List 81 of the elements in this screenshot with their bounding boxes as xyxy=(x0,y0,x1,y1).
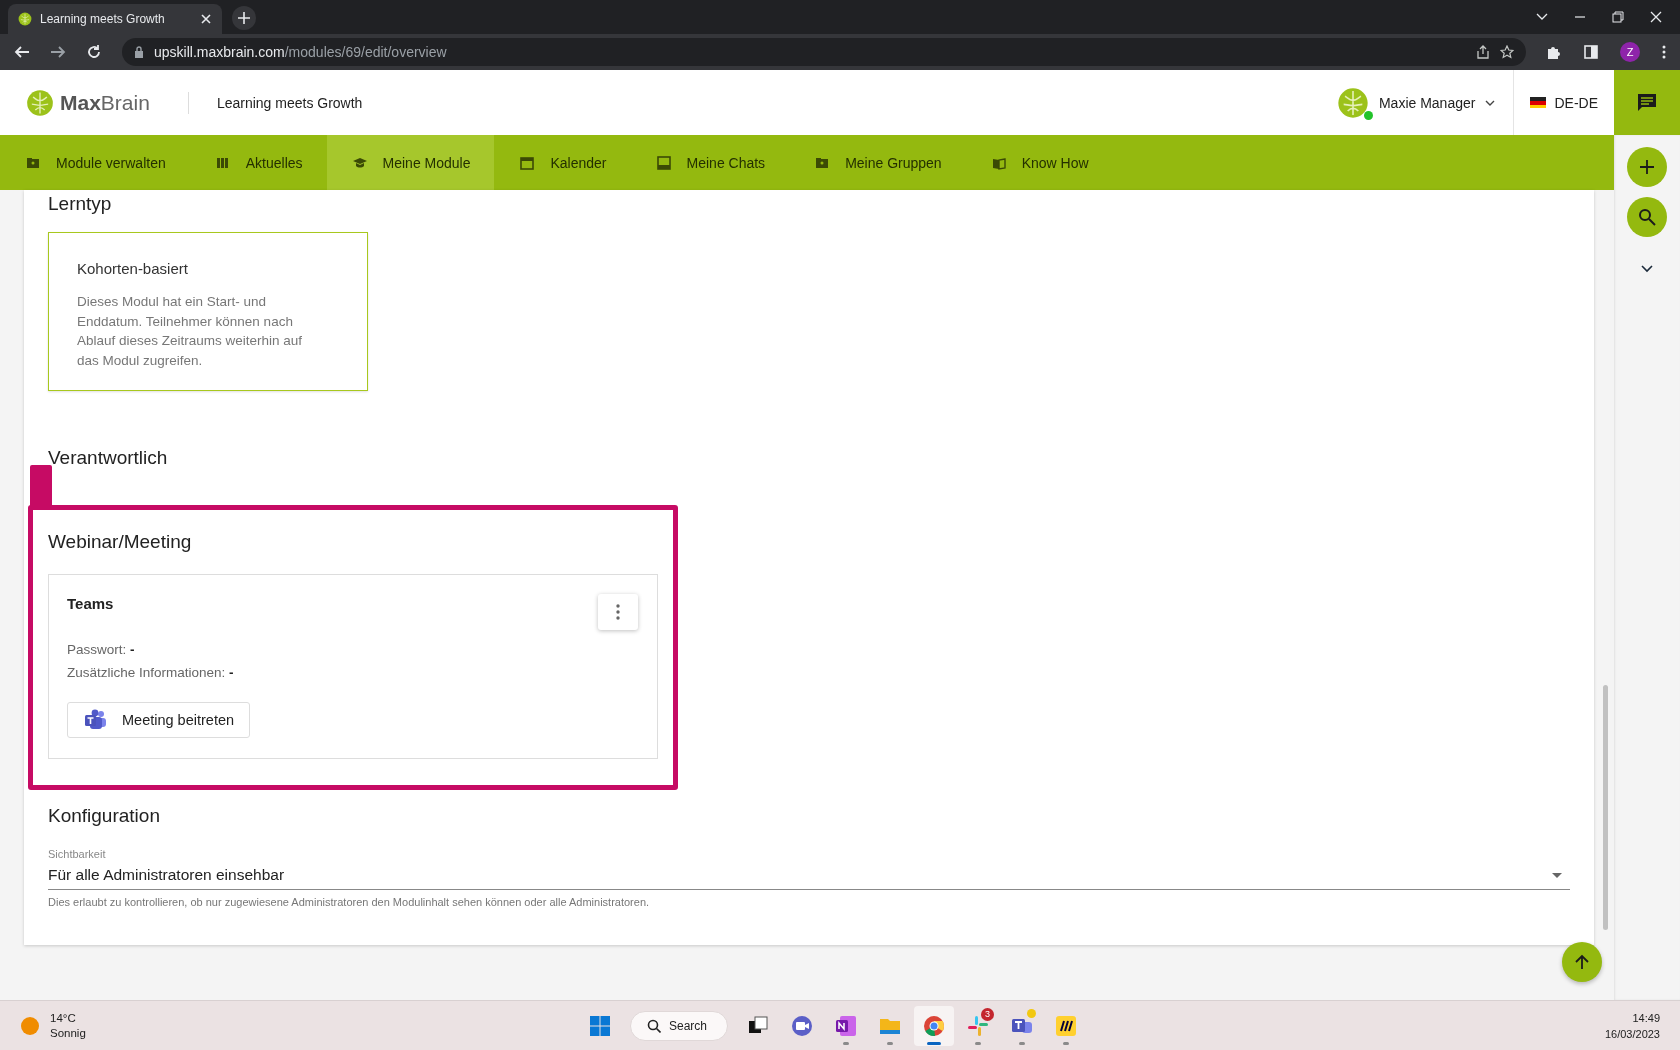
search-button[interactable] xyxy=(1627,197,1667,237)
address-bar[interactable]: upskill.maxbrain.com/modules/69/edit/overview xyxy=(122,38,1526,66)
scroll-to-top-button[interactable] xyxy=(1562,942,1602,982)
reload-icon[interactable] xyxy=(86,44,102,60)
flag-icon xyxy=(1530,97,1547,108)
meeting-title: Teams xyxy=(67,595,114,612)
user-avatar-icon xyxy=(1336,85,1369,120)
notebook-icon xyxy=(834,1013,859,1038)
password-text: Passwort: - xyxy=(67,641,135,659)
taskbar-search[interactable]: Search xyxy=(630,1010,729,1041)
close-icon[interactable] xyxy=(200,13,212,25)
tab-title: Learning meets Growth xyxy=(40,12,166,26)
chat-icon xyxy=(1637,92,1657,113)
nav-item[interactable]: Know How xyxy=(965,135,1113,190)
clock-time: 14:49 xyxy=(1632,1010,1660,1026)
hash-logo-icon xyxy=(966,1013,991,1038)
side-panel-icon[interactable] xyxy=(1584,45,1598,59)
browser-tab[interactable]: Learning meets Growth xyxy=(8,4,222,34)
close-icon[interactable] xyxy=(1650,11,1662,23)
option-title: Kohorten-basiert xyxy=(77,260,188,277)
favicon-icon xyxy=(18,12,32,26)
plus-icon xyxy=(1639,159,1655,175)
field-hint: Dies erlaubt zu kontrollieren, ob nur zugewiesene Administratoren den Modulinhalt sehen können oder alle Administratoren. xyxy=(48,896,650,908)
section-heading: Lerntyp xyxy=(48,192,112,216)
option-description: Dieses Modul hat ein Start- und Enddatum. Teilnehmer können nach Ablauf dieses Zeitraums weiterhin auf das Modul zugreifen. xyxy=(77,293,304,370)
brain-logo-icon xyxy=(26,87,54,118)
windows-icon xyxy=(588,1013,612,1038)
language-label: DE-DE xyxy=(1554,94,1598,111)
books-icon xyxy=(215,155,230,170)
nav-item[interactable]: Kalender xyxy=(494,135,631,190)
info-text: Zusätzliche Informationen: - xyxy=(67,664,234,682)
more-vertical-icon xyxy=(616,604,620,620)
add-button[interactable] xyxy=(1627,147,1667,187)
tagline: Learning meets Growth xyxy=(216,94,363,111)
teams-icon xyxy=(84,709,108,731)
whiteboard-logo-icon xyxy=(1054,1013,1079,1038)
join-meeting-button[interactable]: Meeting beitreten xyxy=(67,702,251,738)
search-icon xyxy=(647,1018,661,1033)
chevron-down-icon[interactable] xyxy=(1641,265,1653,273)
nav-item[interactable]: Meine Module xyxy=(326,135,495,190)
section-heading: Konfiguration xyxy=(48,804,160,828)
browser-icon xyxy=(922,1013,947,1038)
notification-badge: 3 xyxy=(981,1007,995,1021)
user-menu[interactable]: Maxie Manager xyxy=(1336,85,1496,120)
tray-icon xyxy=(656,155,671,170)
calendar-icon xyxy=(520,155,535,170)
section-heading: Webinar/Meeting xyxy=(48,530,192,554)
lock-icon xyxy=(134,46,144,58)
chat-panel-button[interactable] xyxy=(1614,70,1680,135)
learning-type-option[interactable]: Kohorten-basiert Dieses Modul hat ein Start- und Enddatum. Teilnehmer können nach Ablauf dieses Zeitraums weiterhin auf das Modul zugreifen. xyxy=(48,232,368,391)
nav-item[interactable]: Aktuelles xyxy=(189,135,327,190)
graduation-cap-icon xyxy=(352,155,367,170)
arrow-up-icon xyxy=(1574,954,1590,970)
folder-icon xyxy=(26,155,40,170)
taskbar-app[interactable]: 3 xyxy=(958,1005,999,1046)
section-heading: Verantwortlich xyxy=(48,446,168,470)
url-text: upskill.maxbrain.com/modules/69/edit/overview xyxy=(154,44,447,60)
nav-item[interactable]: Module verwalten xyxy=(0,135,190,190)
folder-icon xyxy=(815,155,830,170)
weather-text: Sonnig xyxy=(50,1025,86,1041)
search-icon xyxy=(1638,208,1656,226)
video-chat-icon xyxy=(790,1013,815,1038)
nav-item[interactable]: Meine Gruppen xyxy=(789,135,966,190)
puzzle-icon[interactable] xyxy=(1546,44,1562,60)
forward-arrow-icon[interactable] xyxy=(50,44,66,60)
clock-date: 16/03/2023 xyxy=(1604,1026,1660,1042)
more-icon[interactable] xyxy=(1662,45,1666,59)
share-icon[interactable] xyxy=(1476,45,1490,59)
sun-icon xyxy=(20,1015,40,1036)
new-tab-icon[interactable] xyxy=(232,6,256,30)
temperature-text: 14°C xyxy=(50,1010,77,1026)
back-arrow-icon[interactable] xyxy=(14,44,30,60)
dropdown-arrow-icon xyxy=(1552,872,1562,878)
visibility-select[interactable]: Für alle Administratoren einsehbar xyxy=(48,860,1570,890)
nav-item[interactable]: Meine Chats xyxy=(630,135,790,190)
logo-text: MaxBrain xyxy=(60,90,150,115)
star-icon[interactable] xyxy=(1500,45,1514,59)
restore-icon[interactable] xyxy=(1612,11,1624,23)
field-label: Sichtbarkeit xyxy=(48,848,106,860)
book-icon xyxy=(991,155,1006,170)
profile-avatar[interactable]: Z xyxy=(1620,42,1640,62)
